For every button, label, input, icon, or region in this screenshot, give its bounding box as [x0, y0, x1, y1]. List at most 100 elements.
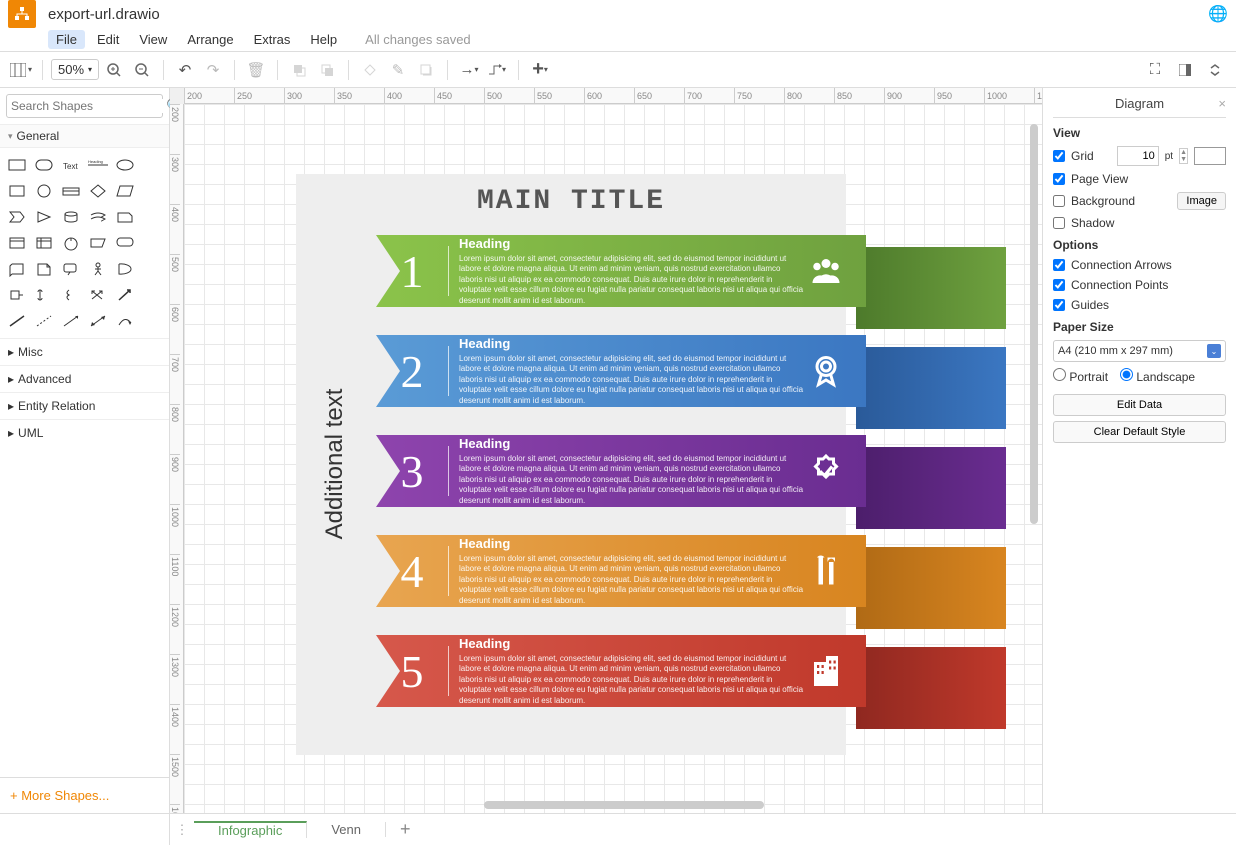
ribbon-2[interactable]: 2HeadingLorem ipsum dolor sit amet, cons… — [376, 335, 846, 423]
to-front-icon[interactable] — [286, 57, 312, 83]
page-tab-venn[interactable]: Venn — [307, 822, 386, 837]
shape-item-3[interactable]: Heading — [87, 154, 110, 176]
page-tabs-menu-icon[interactable]: ⋮ — [170, 822, 194, 838]
page[interactable]: MAIN TITLE Additional text 1HeadingLorem… — [184, 104, 1024, 813]
shape-item-29[interactable] — [140, 258, 163, 280]
shape-item-0[interactable] — [6, 154, 29, 176]
shape-item-14[interactable] — [60, 206, 83, 228]
shadow-icon[interactable] — [413, 57, 439, 83]
app-logo[interactable] — [8, 0, 36, 28]
shape-item-20[interactable] — [60, 232, 83, 254]
zoom-in-icon[interactable] — [101, 57, 127, 83]
additional-text[interactable]: Additional text — [321, 364, 349, 564]
zoom-select[interactable]: 50%▾ — [51, 59, 99, 80]
infographic-box[interactable]: MAIN TITLE Additional text 1HeadingLorem… — [296, 174, 846, 755]
shape-item-15[interactable] — [87, 206, 110, 228]
shape-item-11[interactable] — [140, 180, 163, 202]
category-entity-relation[interactable]: ▸Entity Relation — [0, 392, 169, 419]
shape-item-35[interactable] — [140, 284, 163, 306]
add-page-icon[interactable]: + — [386, 819, 425, 840]
redo-icon[interactable]: ↷ — [200, 57, 226, 83]
image-button[interactable]: Image — [1177, 192, 1226, 210]
vertical-scrollbar[interactable] — [1030, 124, 1038, 524]
ribbon-4[interactable]: 4HeadingLorem ipsum dolor sit amet, cons… — [376, 535, 846, 623]
ribbon-5[interactable]: 5HeadingLorem ipsum dolor sit amet, cons… — [376, 635, 846, 723]
shape-item-8[interactable] — [60, 180, 83, 202]
shape-item-37[interactable] — [33, 310, 56, 332]
background-checkbox[interactable] — [1053, 195, 1065, 207]
shape-item-30[interactable] — [6, 284, 29, 306]
shape-item-6[interactable] — [6, 180, 29, 202]
grid-stepper[interactable]: ▲▼ — [1179, 148, 1188, 164]
shape-item-31[interactable] — [33, 284, 56, 306]
horizontal-scrollbar[interactable] — [484, 801, 764, 809]
portrait-radio[interactable]: Portrait — [1053, 368, 1108, 384]
shape-item-38[interactable] — [60, 310, 83, 332]
connection-icon[interactable]: →▾ — [456, 57, 482, 83]
waypoint-icon[interactable]: ▾ — [484, 57, 510, 83]
to-back-icon[interactable] — [314, 57, 340, 83]
pageview-checkbox[interactable] — [1053, 173, 1065, 185]
grid-checkbox[interactable] — [1053, 150, 1065, 162]
ribbon-3[interactable]: 3HeadingLorem ipsum dolor sit amet, cons… — [376, 435, 846, 523]
shape-item-27[interactable] — [87, 258, 110, 280]
grid-color-swatch[interactable] — [1194, 147, 1226, 165]
shape-item-33[interactable] — [87, 284, 110, 306]
shadow-checkbox[interactable] — [1053, 217, 1065, 229]
shape-item-7[interactable] — [33, 180, 56, 202]
zoom-out-icon[interactable] — [129, 57, 155, 83]
more-shapes-link[interactable]: + More Shapes... — [0, 777, 169, 813]
menu-file[interactable]: File — [48, 30, 85, 49]
category-advanced[interactable]: ▸Advanced — [0, 365, 169, 392]
page-tab-infographic[interactable]: Infographic — [194, 821, 307, 838]
panel-tab-diagram[interactable]: Diagram × — [1053, 96, 1226, 118]
category-misc[interactable]: ▸Misc — [0, 338, 169, 365]
collapse-icon[interactable] — [1202, 57, 1228, 83]
undo-icon[interactable]: ↶ — [172, 57, 198, 83]
category-general[interactable]: ▾General — [0, 124, 169, 148]
menu-extras[interactable]: Extras — [246, 30, 299, 49]
shape-item-34[interactable] — [113, 284, 136, 306]
close-panel-icon[interactable]: × — [1218, 96, 1226, 111]
insert-button[interactable]: +▾ — [527, 57, 553, 83]
shape-item-25[interactable] — [33, 258, 56, 280]
menu-help[interactable]: Help — [302, 30, 345, 49]
ribbon-main[interactable]: 1HeadingLorem ipsum dolor sit amet, cons… — [376, 235, 866, 307]
menu-edit[interactable]: Edit — [89, 30, 127, 49]
ribbon-main[interactable]: 3HeadingLorem ipsum dolor sit amet, cons… — [376, 435, 866, 507]
shape-item-10[interactable] — [113, 180, 136, 202]
shape-item-41[interactable] — [140, 310, 163, 332]
language-icon[interactable]: 🌐 — [1208, 4, 1228, 24]
delete-icon[interactable]: 🗑 — [243, 57, 269, 83]
canvas[interactable]: 2002503003504004505005506006507007508008… — [170, 88, 1042, 813]
search-shapes-box[interactable]: 🔍 — [6, 94, 163, 118]
document-title[interactable]: export-url.drawio — [48, 6, 160, 23]
shape-item-9[interactable] — [87, 180, 110, 202]
shape-item-17[interactable] — [140, 206, 163, 228]
shape-item-26[interactable] — [60, 258, 83, 280]
paper-size-select[interactable]: A4 (210 mm x 297 mm)⌄ — [1053, 340, 1226, 362]
shape-item-24[interactable] — [6, 258, 29, 280]
shape-item-23[interactable] — [140, 232, 163, 254]
shape-item-19[interactable] — [33, 232, 56, 254]
canvas-inner[interactable]: MAIN TITLE Additional text 1HeadingLorem… — [184, 104, 1042, 813]
ribbon-main[interactable]: 2HeadingLorem ipsum dolor sit amet, cons… — [376, 335, 866, 407]
grid-size-input[interactable] — [1117, 146, 1159, 166]
shape-item-32[interactable] — [60, 284, 83, 306]
shape-item-16[interactable] — [113, 206, 136, 228]
edit-data-button[interactable]: Edit Data — [1053, 394, 1226, 416]
conn-points-checkbox[interactable] — [1053, 279, 1065, 291]
search-shapes-input[interactable] — [11, 99, 166, 113]
menu-arrange[interactable]: Arrange — [179, 30, 241, 49]
menu-view[interactable]: View — [131, 30, 175, 49]
ribbon-main[interactable]: 5HeadingLorem ipsum dolor sit amet, cons… — [376, 635, 866, 707]
shape-item-2[interactable]: Text — [60, 154, 83, 176]
fill-color-icon[interactable] — [357, 57, 383, 83]
line-color-icon[interactable]: ✎ — [385, 57, 411, 83]
clear-style-button[interactable]: Clear Default Style — [1053, 421, 1226, 443]
view-mode-button[interactable]: ▾ — [8, 57, 34, 83]
shape-item-40[interactable] — [113, 310, 136, 332]
fullscreen-icon[interactable]: ⛶ — [1142, 57, 1168, 83]
shape-item-28[interactable] — [113, 258, 136, 280]
shape-item-12[interactable] — [6, 206, 29, 228]
